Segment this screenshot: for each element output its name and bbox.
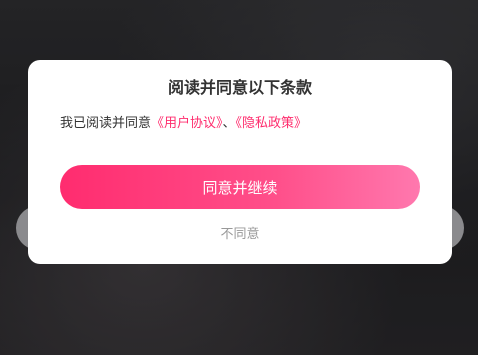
dialog-title: 阅读并同意以下条款 [167, 78, 312, 97]
user-agreement-link[interactable]: 《用户协议》 [151, 116, 223, 131]
terms-dialog: 阅读并同意以下条款 我已阅读并同意《用户协议》、《隐私政策》 同意并继续 不同意 [28, 60, 452, 264]
agree-continue-button[interactable]: 同意并继续 [60, 165, 420, 209]
consent-message-prefix: 我已阅读并同意 [60, 116, 152, 131]
privacy-policy-link[interactable]: 《隐私政策》 [236, 116, 308, 131]
consent-message: 我已阅读并同意《用户协议》、《隐私政策》 [60, 114, 307, 134]
separator: 、 [222, 116, 236, 131]
disagree-button[interactable]: 不同意 [28, 225, 452, 245]
